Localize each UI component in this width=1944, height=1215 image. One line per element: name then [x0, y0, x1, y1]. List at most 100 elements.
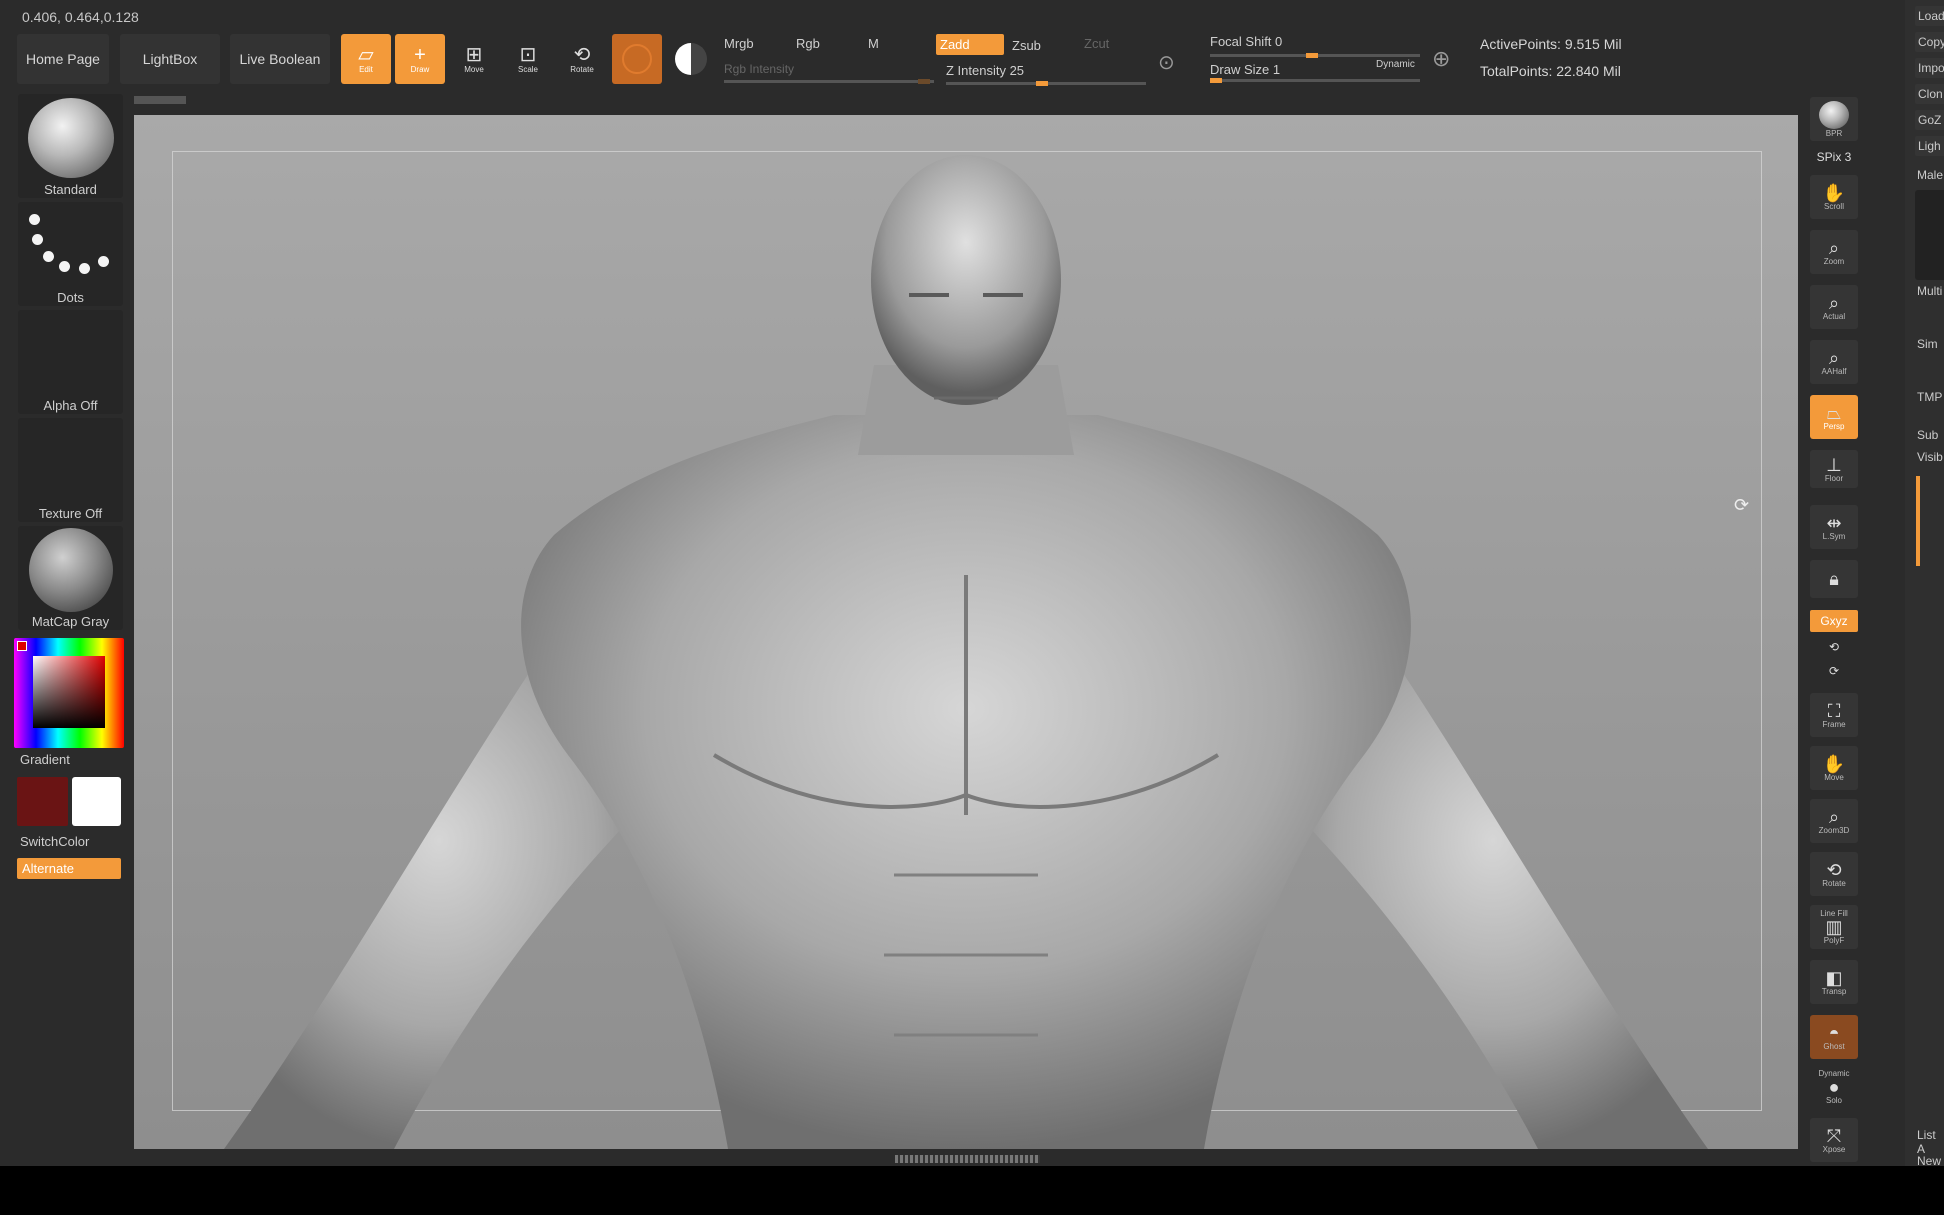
- solo-button[interactable]: Dynamic ● Solo: [1810, 1065, 1858, 1109]
- visible-label: Visib: [1917, 450, 1943, 464]
- rgb-toggle[interactable]: Rgb: [796, 36, 820, 51]
- zsub-toggle[interactable]: Zsub: [1012, 38, 1041, 53]
- move-view-button[interactable]: ✋ Move: [1810, 746, 1858, 790]
- y-rotate-icon[interactable]: ⟲: [1810, 640, 1858, 654]
- goz-button[interactable]: GoZ: [1915, 110, 1944, 130]
- z-intensity-handle[interactable]: [1036, 81, 1048, 86]
- active-points-readout: ActivePoints: 9.515 Mil: [1480, 36, 1622, 52]
- rgb-intensity-label: Rgb Intensity: [724, 62, 795, 76]
- texture-mode-button[interactable]: [666, 34, 716, 84]
- color-picker[interactable]: [14, 638, 124, 748]
- clone-button[interactable]: Clon: [1915, 84, 1944, 104]
- persp-button[interactable]: ⏢ Persp: [1810, 395, 1858, 439]
- copy-button[interactable]: Copy: [1915, 32, 1944, 52]
- primary-color-swatch[interactable]: [17, 777, 68, 826]
- stroke-dot: [43, 251, 54, 262]
- move-tool-label: Move: [464, 64, 484, 74]
- material-label: MatCap Gray: [31, 614, 110, 629]
- import-button[interactable]: Impo: [1915, 58, 1944, 78]
- actual-button[interactable]: ⌕ Actual: [1810, 285, 1858, 329]
- zadd-toggle[interactable]: Zadd: [936, 34, 1004, 55]
- document-canvas[interactable]: ⟳: [134, 115, 1798, 1149]
- material-slot[interactable]: MatCap Gray: [18, 526, 123, 630]
- brush-slot[interactable]: Standard: [18, 94, 123, 198]
- material-mode-button[interactable]: [612, 34, 662, 84]
- dynamic-toggle[interactable]: Dynamic: [1376, 59, 1415, 70]
- canvas-scroll-indicator[interactable]: [134, 96, 186, 104]
- lock-button[interactable]: 🔒︎: [1810, 560, 1858, 598]
- tool-thumbnail[interactable]: [1915, 190, 1944, 280]
- aahalf-label: AAHalf: [1821, 366, 1847, 376]
- rotate-view-button[interactable]: ⟲ Rotate: [1810, 852, 1858, 896]
- scale-tool-button[interactable]: ⊡ Scale: [503, 34, 553, 84]
- polyf-button[interactable]: Line Fill ▥ PolyF: [1810, 905, 1858, 949]
- edit-tool-button[interactable]: ▱ Edit: [341, 34, 391, 84]
- floor-button[interactable]: ⊥ Floor: [1810, 450, 1858, 488]
- texture-slot[interactable]: Texture Off: [18, 418, 123, 522]
- yin-sphere-icon: [675, 43, 707, 75]
- bottom-tray-handle[interactable]: [895, 1155, 1040, 1163]
- list-all-button[interactable]: List A: [1917, 1128, 1944, 1156]
- sculpt-model[interactable]: [134, 115, 1798, 1149]
- lsym-label: L.Sym: [1822, 531, 1846, 541]
- scroll-button[interactable]: ✋ Scroll: [1810, 175, 1858, 219]
- zoom-button[interactable]: ⌕ Zoom: [1810, 230, 1858, 274]
- rgb-intensity-slider[interactable]: [724, 80, 934, 83]
- zoom3d-button[interactable]: ⌕ Zoom3D: [1810, 799, 1858, 843]
- rgb-intensity-handle[interactable]: [918, 79, 930, 84]
- z-intensity-label: Z Intensity 25: [946, 63, 1025, 78]
- lazy-mouse-icon[interactable]: ⊙: [1158, 50, 1175, 75]
- switch-color-button[interactable]: SwitchColor: [20, 834, 125, 849]
- alpha-label: Alpha Off: [43, 398, 98, 413]
- xpose-label: Xpose: [1822, 1144, 1846, 1154]
- spix-slider[interactable]: SPix 3: [1810, 150, 1858, 164]
- color-picker-square[interactable]: [33, 656, 105, 728]
- xpose-button[interactable]: ⤧ Xpose: [1810, 1118, 1858, 1162]
- xyz-button[interactable]: Gxyz: [1810, 610, 1858, 632]
- aahalf-button[interactable]: ⌕ AAHalf: [1810, 340, 1858, 384]
- ghost-button[interactable]: ◓ Ghost: [1810, 1015, 1858, 1059]
- transp-button[interactable]: ◧ Transp: [1810, 960, 1858, 1004]
- draw-size-handle[interactable]: [1210, 78, 1222, 83]
- scale-icon: ⊡: [519, 43, 537, 66]
- magnifier-icon: ⌕: [1828, 237, 1840, 258]
- frame-icon: ⛶: [1827, 700, 1841, 721]
- bpr-button[interactable]: BPR: [1810, 97, 1858, 141]
- lightbox-tools-button[interactable]: Ligh: [1915, 136, 1944, 156]
- mrgb-toggle[interactable]: Mrgb: [724, 36, 754, 51]
- scale-tool-label: Scale: [517, 64, 538, 74]
- backface-mask-icon[interactable]: ⊕: [1432, 46, 1450, 72]
- live-boolean-button[interactable]: Live Boolean: [230, 34, 330, 84]
- lsym-button[interactable]: ⇹ L.Sym: [1810, 505, 1858, 549]
- load-button[interactable]: Load: [1915, 6, 1944, 26]
- frame-button[interactable]: ⛶ Frame: [1810, 693, 1858, 737]
- move-tool-button[interactable]: ⊞ Move: [449, 34, 499, 84]
- m-toggle[interactable]: M: [868, 36, 879, 51]
- secondary-color-swatch[interactable]: [72, 777, 121, 826]
- move-icon: ⊞: [465, 43, 483, 66]
- rotate-tool-button[interactable]: ⟲ Rotate: [557, 34, 607, 84]
- transp-label: Transp: [1821, 986, 1847, 996]
- zcut-toggle[interactable]: Zcut: [1084, 36, 1109, 51]
- hand-icon: ✋: [1822, 182, 1846, 203]
- draw-size-slider[interactable]: [1210, 79, 1420, 82]
- polyframe-icon: ▥: [1825, 917, 1843, 937]
- home-page-button[interactable]: Home Page: [17, 34, 109, 84]
- alpha-slot[interactable]: Alpha Off: [18, 310, 123, 414]
- z-rotate-icon[interactable]: ⟳: [1810, 664, 1858, 678]
- floor-icon: ⊥: [1826, 454, 1842, 475]
- frame-label: Frame: [1822, 719, 1846, 729]
- hand-icon: ✋: [1822, 753, 1846, 774]
- rotate-tool-label: Rotate: [570, 64, 594, 74]
- stroke-slot[interactable]: Dots: [18, 202, 123, 306]
- ghost-label: Ghost: [1823, 1041, 1845, 1051]
- subtool-label[interactable]: Sub: [1917, 428, 1938, 442]
- alternate-button[interactable]: Alternate: [17, 858, 121, 879]
- lightbox-button[interactable]: LightBox: [120, 34, 220, 84]
- zbrush-window: 0.406, 0.464,0.128 Home Page LightBox Li…: [0, 0, 1944, 1168]
- gradient-label[interactable]: Gradient: [20, 752, 125, 767]
- persp-label: Persp: [1823, 421, 1845, 431]
- draw-tool-button[interactable]: + Draw: [395, 34, 445, 84]
- focal-shift-handle[interactable]: [1306, 53, 1318, 58]
- subtool-scrollbar[interactable]: [1916, 476, 1920, 566]
